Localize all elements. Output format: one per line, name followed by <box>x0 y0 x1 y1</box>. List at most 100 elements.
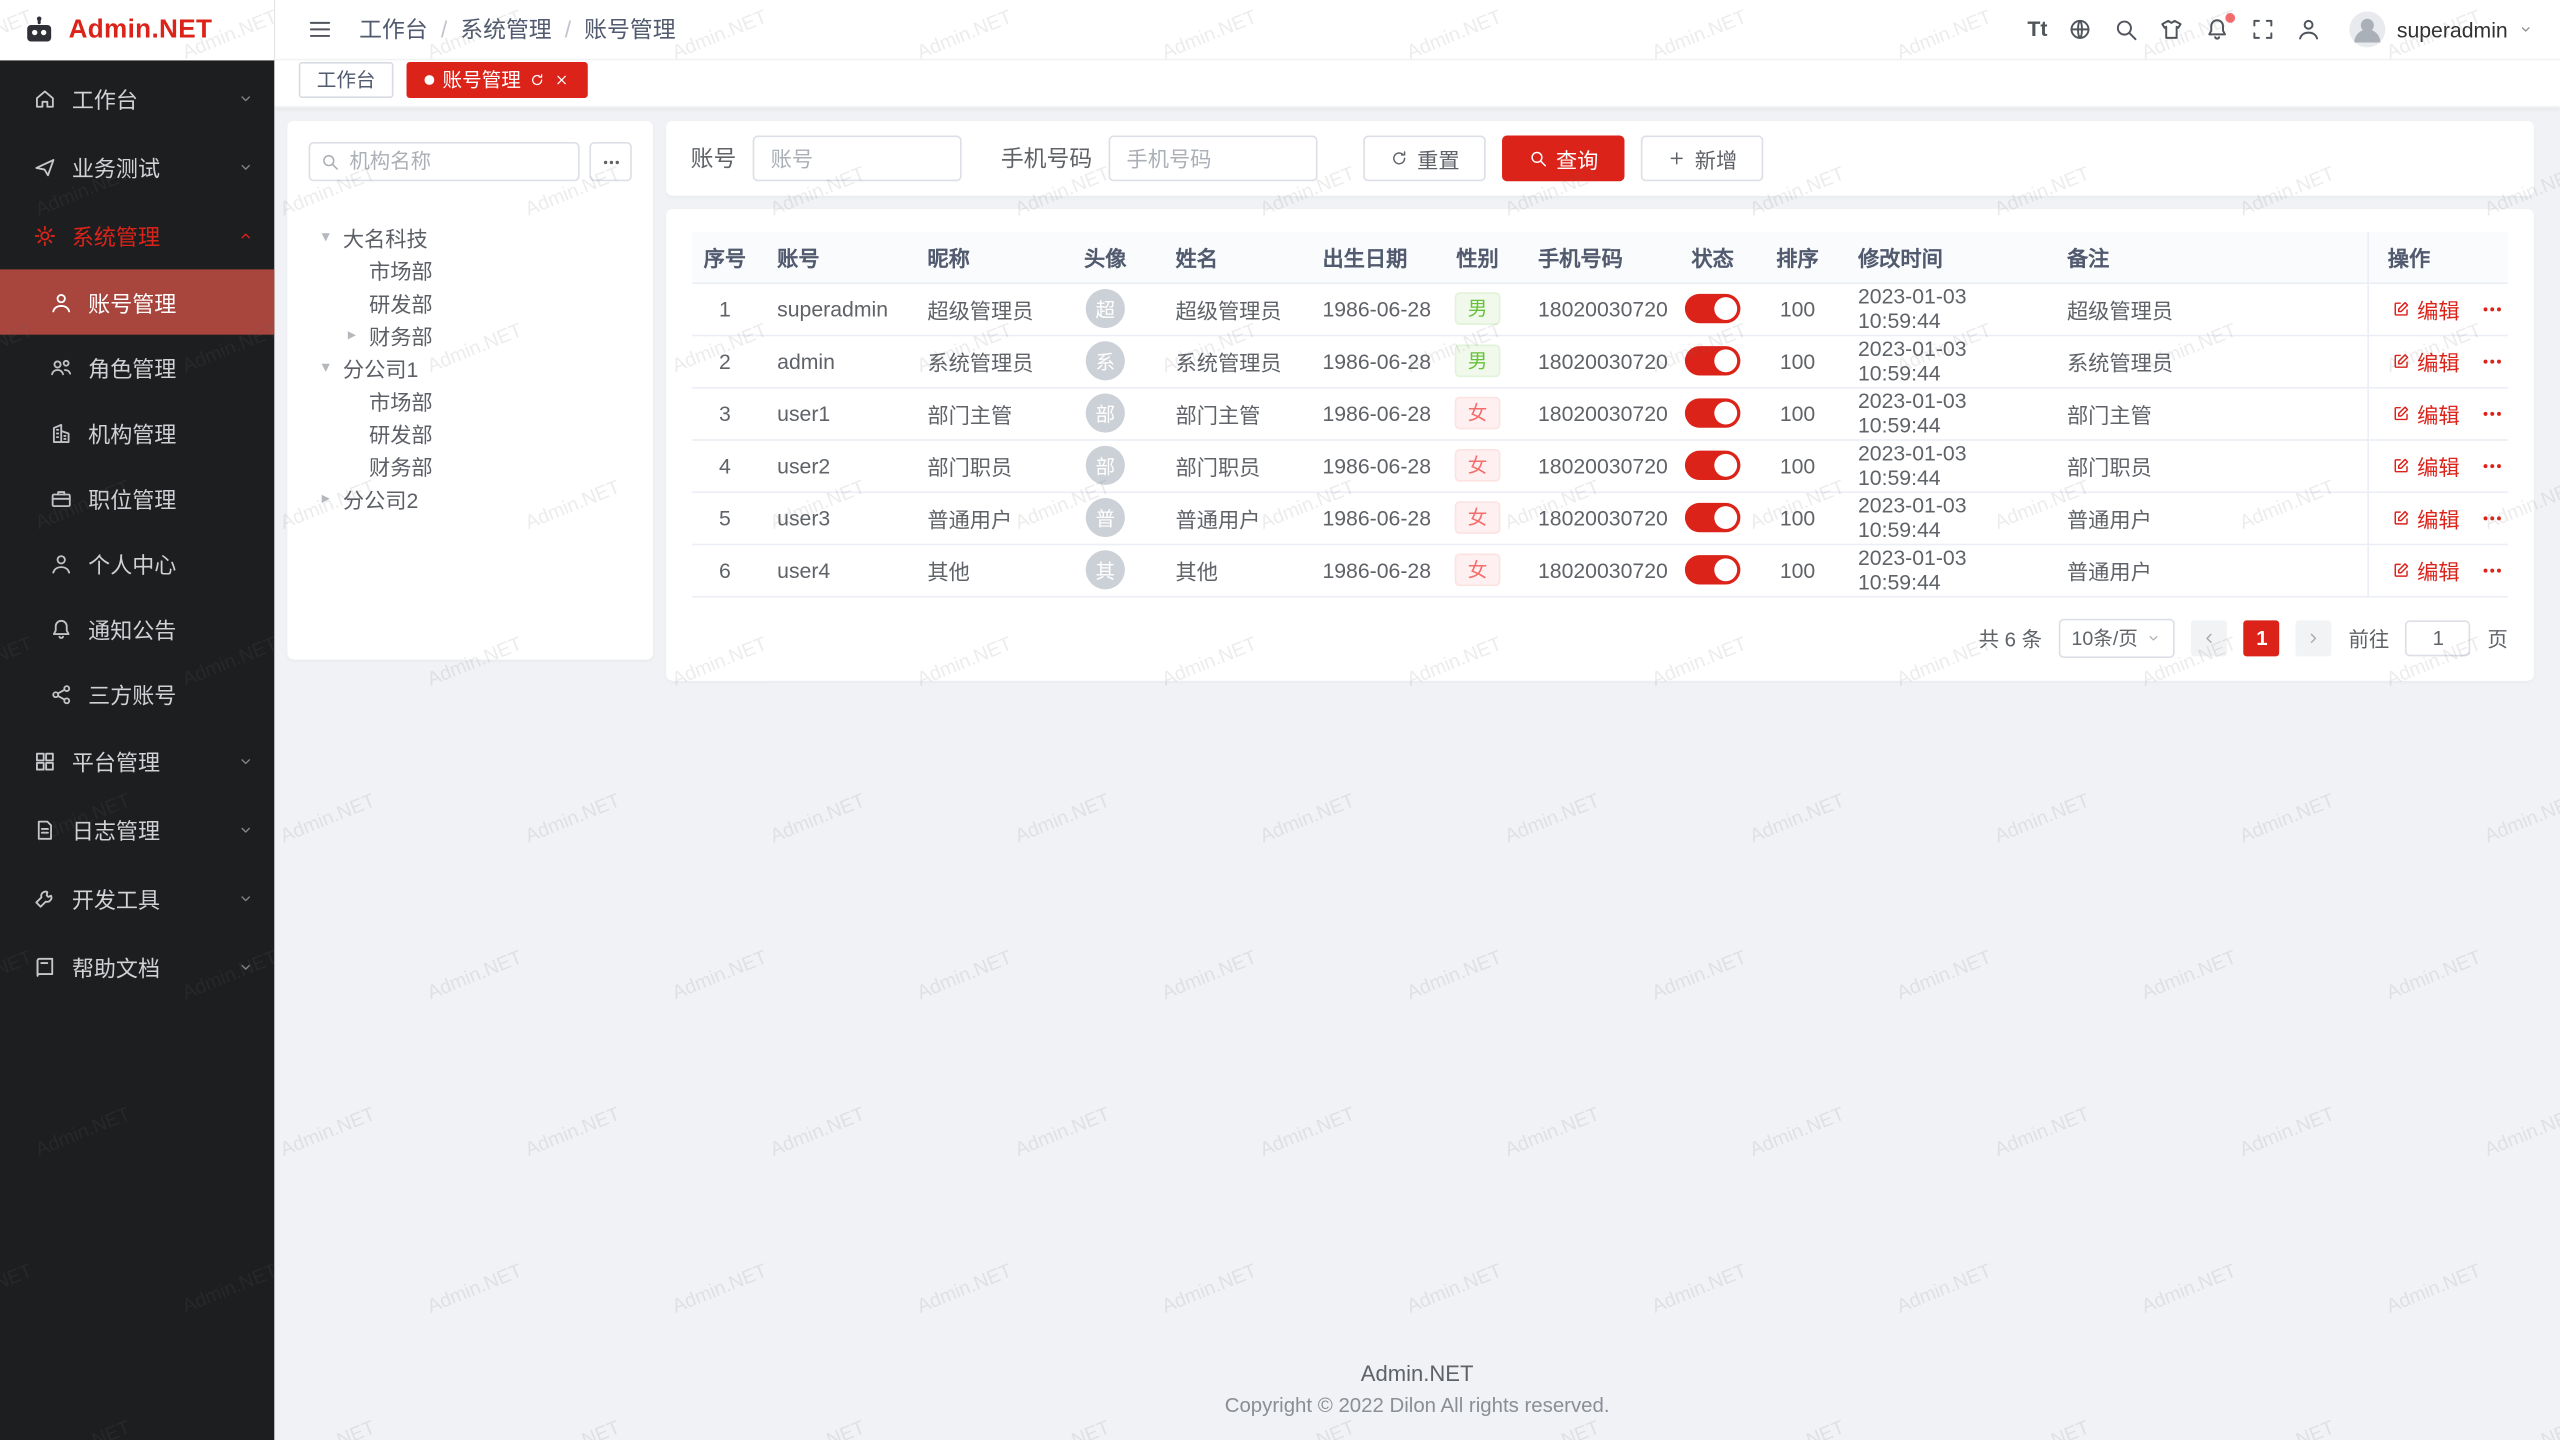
hamburger-menu-icon[interactable] <box>300 10 339 49</box>
cell-ops: 编辑 <box>2367 439 2507 491</box>
prev-page-button[interactable] <box>2192 620 2228 656</box>
cell-nickname: 部门职员 <box>908 439 1055 491</box>
sidebar-item-workbench[interactable]: 工作台 <box>0 64 274 133</box>
sidebar-item-system-management[interactable]: 系统管理 <box>0 201 274 270</box>
tree-node[interactable]: 财务部 <box>309 449 632 482</box>
chevron-down-icon <box>237 158 255 176</box>
reset-button[interactable]: 重置 <box>1363 136 1485 182</box>
tree-node[interactable]: ▸ 财务部 <box>309 318 632 351</box>
tree-node[interactable]: ▸ 分公司2 <box>309 482 632 515</box>
tree-node[interactable]: 研发部 <box>309 416 632 449</box>
caret-down-icon[interactable]: ▾ <box>322 228 343 246</box>
org-more-button[interactable] <box>589 142 631 181</box>
tab-account-management[interactable]: 账号管理 <box>407 61 588 97</box>
theme-icon[interactable] <box>2152 10 2191 49</box>
bell-icon[interactable] <box>2198 10 2237 49</box>
cell-nickname: 普通用户 <box>908 491 1055 543</box>
cell-modified: 2023-01-03 10:59:44 <box>1838 491 2047 543</box>
font-size-icon[interactable]: Tt <box>2021 10 2054 49</box>
sidebar-subitem-role-management[interactable]: 角色管理 <box>0 335 274 400</box>
more-actions-icon[interactable] <box>2479 558 2503 582</box>
page-suffix: 页 <box>2487 622 2507 653</box>
next-page-button[interactable] <box>2296 620 2332 656</box>
cell-birth: 1986-06-28 <box>1303 282 1437 334</box>
status-toggle[interactable] <box>1685 346 1741 375</box>
fullscreen-icon[interactable] <box>2243 10 2282 49</box>
user-icon <box>49 290 73 314</box>
caret-right-icon[interactable]: ▸ <box>348 326 369 344</box>
org-search-input[interactable] <box>309 142 580 181</box>
edit-button[interactable]: 编辑 <box>2391 398 2460 429</box>
sidebar-item-help-docs[interactable]: 帮助文档 <box>0 932 274 1001</box>
cell-remark: 普通用户 <box>2047 544 2367 596</box>
more-actions-icon[interactable] <box>2479 401 2503 425</box>
sidebar-subitem-personal-center[interactable]: 个人中心 <box>0 531 274 596</box>
tree-node[interactable]: 研发部 <box>309 286 632 319</box>
active-tab-dot <box>425 74 435 84</box>
cell-phone: 18020030720 <box>1518 387 1668 439</box>
close-icon[interactable] <box>554 71 570 87</box>
caret-right-icon[interactable]: ▸ <box>322 489 343 507</box>
more-actions-icon[interactable] <box>2479 453 2503 477</box>
profile-icon[interactable] <box>2289 10 2328 49</box>
sidebar-subitem-notice[interactable]: 通知公告 <box>0 596 274 661</box>
cell-status <box>1669 335 1757 387</box>
table-row: 6user4其他其其他1986-06-28女180200307201002023… <box>692 544 2508 596</box>
edit-button[interactable]: 编辑 <box>2391 554 2460 585</box>
topbar: 工作台/系统管理/账号管理 Tt superadmin <box>274 0 2560 60</box>
status-toggle[interactable] <box>1685 398 1741 427</box>
cell-order: 100 <box>1757 439 1839 491</box>
sidebar-subitem-position-management[interactable]: 职位管理 <box>0 465 274 530</box>
status-toggle[interactable] <box>1685 555 1741 584</box>
more-actions-icon[interactable] <box>2479 505 2503 529</box>
tree-node-label: 研发部 <box>369 417 433 448</box>
status-toggle[interactable] <box>1685 451 1741 480</box>
gender-badge: 男 <box>1455 344 1501 377</box>
page-size-select[interactable]: 10条/页 <box>2058 618 2175 657</box>
sidebar-subitem-org-management[interactable]: 机构管理 <box>0 400 274 465</box>
current-page-button[interactable]: 1 <box>2244 620 2280 656</box>
add-button[interactable]: 新增 <box>1641 136 1763 182</box>
column-header-ops: 操作 <box>2367 232 2507 283</box>
user-menu[interactable]: superadmin <box>2348 10 2534 49</box>
breadcrumb-separator: / <box>441 16 447 42</box>
sidebar-item-log-management[interactable]: 日志管理 <box>0 795 274 864</box>
edit-button[interactable]: 编辑 <box>2391 293 2460 324</box>
status-toggle[interactable] <box>1685 294 1741 323</box>
tree-node[interactable]: ▾ 分公司1 <box>309 351 632 384</box>
sidebar-subitem-third-party-account[interactable]: 三方账号 <box>0 661 274 726</box>
logo[interactable]: Admin.NET <box>0 0 274 60</box>
edit-button[interactable]: 编辑 <box>2391 502 2460 533</box>
cell-account: admin <box>758 335 908 387</box>
goto-page-input[interactable] <box>2406 620 2471 656</box>
tree-node[interactable]: 市场部 <box>309 384 632 417</box>
search-button[interactable]: 查询 <box>1502 136 1624 182</box>
cell-index: 6 <box>692 544 757 596</box>
globe-icon[interactable] <box>2061 10 2100 49</box>
more-actions-icon[interactable] <box>2479 349 2503 373</box>
search-icon[interactable] <box>2106 10 2145 49</box>
phone-input[interactable] <box>1109 136 1318 182</box>
status-toggle[interactable] <box>1685 503 1741 532</box>
chevron-down-icon <box>2518 21 2534 37</box>
edit-button[interactable]: 编辑 <box>2391 345 2460 376</box>
account-input[interactable] <box>753 136 962 182</box>
tree-node-label: 分公司1 <box>343 352 418 383</box>
caret-down-icon[interactable]: ▾ <box>322 358 343 376</box>
edit-button[interactable]: 编辑 <box>2391 450 2460 481</box>
tab-workbench[interactable]: 工作台 <box>299 61 394 97</box>
tree-node[interactable]: ▾ 大名科技 <box>309 220 632 253</box>
more-actions-icon[interactable] <box>2479 296 2503 320</box>
cell-modified: 2023-01-03 10:59:44 <box>1838 335 2047 387</box>
breadcrumb-item[interactable]: 工作台 <box>359 13 428 46</box>
sidebar-item-platform-management[interactable]: 平台管理 <box>0 727 274 796</box>
tree-node[interactable]: 市场部 <box>309 253 632 286</box>
edit-icon <box>2391 508 2411 528</box>
sidebar-item-business-test[interactable]: 业务测试 <box>0 132 274 201</box>
sidebar-item-dev-tools[interactable]: 开发工具 <box>0 864 274 933</box>
sidebar-subitem-account-management[interactable]: 账号管理 <box>0 269 274 334</box>
column-header-phone: 手机号码 <box>1518 232 1668 283</box>
refresh-icon[interactable] <box>529 71 545 87</box>
breadcrumb-item[interactable]: 系统管理 <box>460 13 551 46</box>
breadcrumb-item[interactable]: 账号管理 <box>584 13 675 46</box>
